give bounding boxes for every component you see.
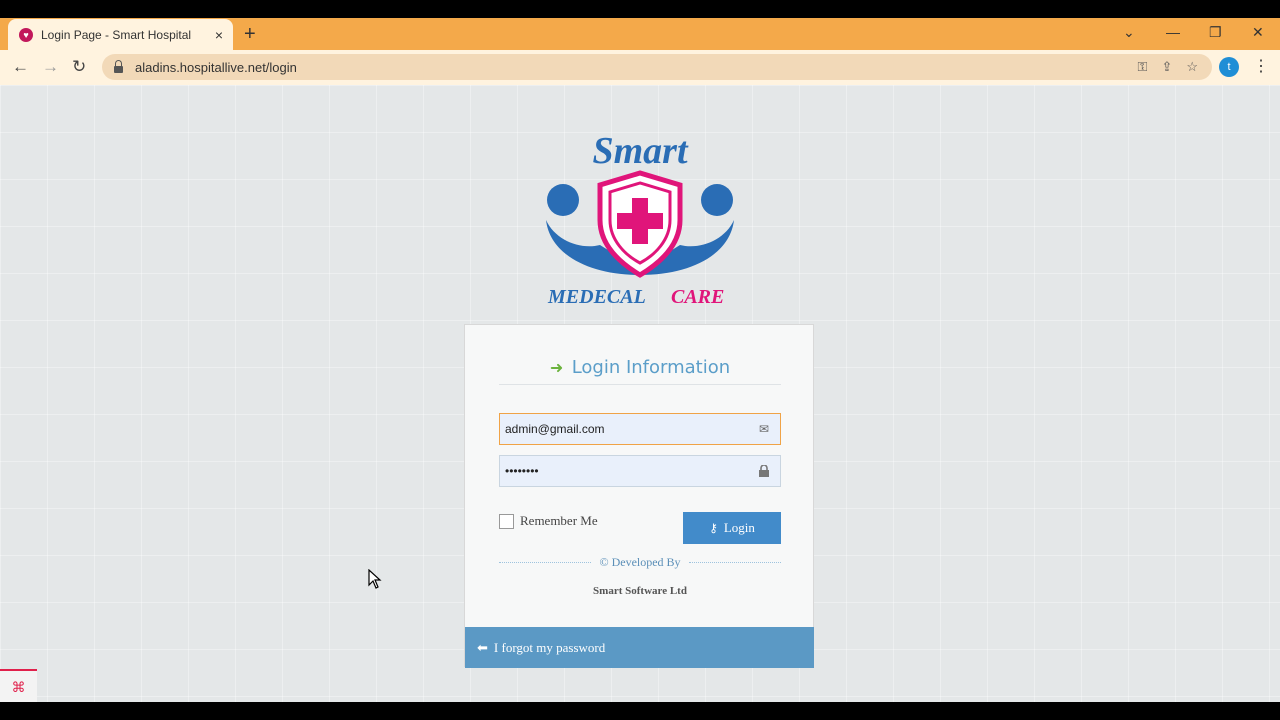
logo-text-care: CARE <box>671 286 724 305</box>
logo-person-left <box>547 184 579 216</box>
sign-in-icon: ➜ <box>549 360 564 377</box>
smart-medical-care-logo: Smart MEDECAL CARE <box>546 130 734 305</box>
address-bar[interactable]: aladins.hospitallive.net/login ⚿ ⇪ ☆ <box>102 54 1212 80</box>
remember-me-label: Remember Me <box>520 513 598 528</box>
bookmark-star-icon[interactable]: ☆ <box>1186 59 1198 75</box>
favicon-icon: ♥ <box>19 27 33 42</box>
forward-icon[interactable]: → <box>42 57 59 77</box>
divider-line-left <box>499 562 592 563</box>
key-icon[interactable]: ⚿ <box>1138 59 1148 75</box>
login-button-label: Login <box>723 520 755 535</box>
new-tab-button[interactable]: + <box>244 24 256 44</box>
browser-tab[interactable]: ♥ Login Page - Smart Hospital × <box>8 19 233 50</box>
reload-icon[interactable]: ↻ <box>72 57 86 77</box>
login-heading: ➜ Login Information <box>499 357 781 385</box>
share-icon[interactable]: ⇪ <box>1161 59 1172 75</box>
browser-toolbar: ♥ Login Page - Smart Hospital × + ⌄ — ❐ … <box>0 18 1280 85</box>
logo-text-smart: Smart <box>592 130 688 172</box>
profile-avatar[interactable]: t <box>1219 57 1239 77</box>
arrow-left-icon: ⬅ <box>477 639 488 655</box>
lock-icon <box>756 465 772 477</box>
browser-window: ♥ Login Page - Smart Hospital × + ⌄ — ❐ … <box>0 18 1280 702</box>
restore-icon[interactable]: ❐ <box>1209 24 1222 41</box>
mouse-cursor-icon <box>368 569 382 589</box>
secure-lock-icon[interactable] <box>114 59 123 73</box>
logo-text-medecal: MEDECAL <box>547 286 646 305</box>
login-button[interactable]: ⚷ Login <box>683 512 781 544</box>
developed-by-text: © Developed By <box>599 555 681 569</box>
laravel-debug-icon[interactable]: ⌘ <box>0 669 37 702</box>
tab-title: Login Page - Smart Hospital <box>41 27 192 42</box>
divider-line-right <box>688 562 782 563</box>
password-field[interactable] <box>499 455 781 487</box>
developed-by-divider: © Developed By <box>499 555 782 570</box>
email-field[interactable]: ✉ <box>499 413 781 445</box>
logo-cross-horizontal <box>617 213 663 229</box>
email-input[interactable] <box>500 421 756 437</box>
window-close-icon[interactable]: ✕ <box>1252 24 1264 41</box>
password-input[interactable] <box>500 463 756 479</box>
login-heading-text: Login Information <box>571 357 731 378</box>
login-card: ➜ Login Information ✉ Remember Me ⚷ Logi… <box>464 324 814 668</box>
forgot-password-label: I forgot my password <box>493 639 606 655</box>
key-icon: ⚷ <box>709 520 718 535</box>
minimize-icon[interactable]: — <box>1166 24 1180 40</box>
address-row: ← → ↻ aladins.hospitallive.net/login ⚿ ⇪… <box>0 50 1280 85</box>
remember-me-checkbox[interactable] <box>499 513 514 529</box>
tab-close-icon[interactable]: × <box>215 27 223 43</box>
login-page: Smart MEDECAL CARE ➜ Login Information ✉ <box>0 85 1280 702</box>
forgot-password-link[interactable]: ⬅ I forgot my password <box>465 627 814 668</box>
remember-me[interactable]: Remember Me <box>499 513 598 529</box>
company-name: Smart Software Ltd <box>593 585 687 597</box>
tab-search-icon[interactable]: ⌄ <box>1123 24 1135 41</box>
back-icon[interactable]: ← <box>12 57 29 77</box>
envelope-icon: ✉ <box>758 422 770 436</box>
url-text[interactable]: aladins.hospitallive.net/login <box>135 60 1138 75</box>
browser-menu-icon[interactable]: ⋮ <box>1253 56 1269 76</box>
logo-person-right <box>701 184 733 216</box>
